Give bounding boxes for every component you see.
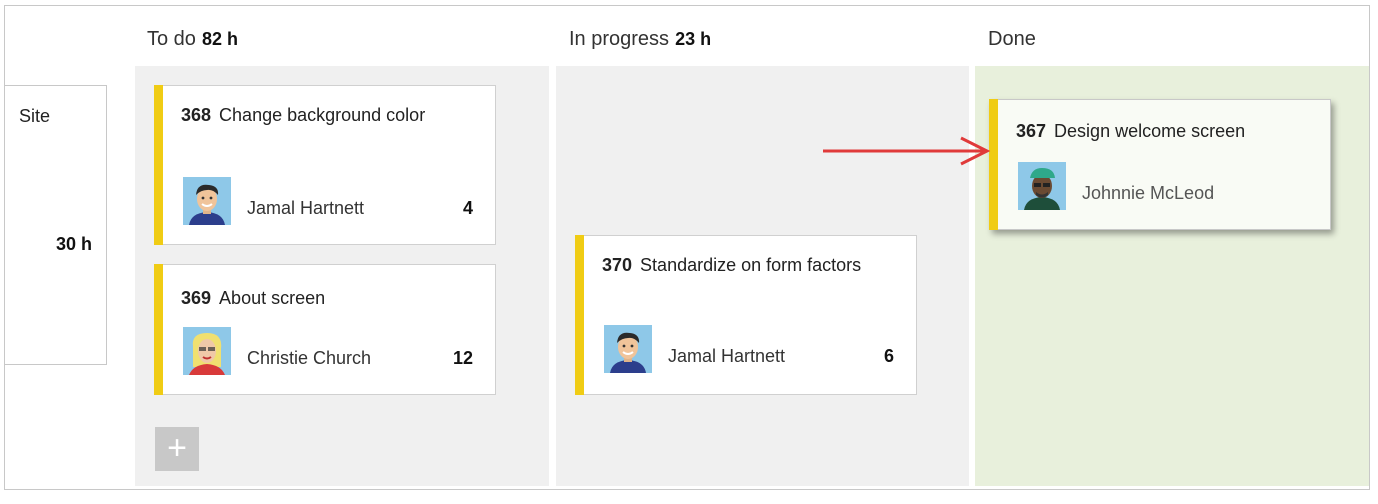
column-header-done: Done: [988, 28, 1036, 51]
card-remaining-work[interactable]: 12: [453, 348, 473, 369]
card-color-bar: [575, 235, 584, 395]
card-title[interactable]: 369 About screen: [181, 285, 477, 311]
card-color-bar: [154, 264, 163, 395]
task-card-370[interactable]: 370 Standardize on form factors Jamal Har…: [575, 235, 917, 395]
avatar-christie[interactable]: [183, 327, 231, 375]
add-icon: +: [167, 429, 187, 467]
column-name: To do: [147, 28, 196, 50]
card-title[interactable]: 370 Standardize on form factors: [602, 252, 898, 278]
taskboard: To do 82 h In progress 23 h Done Site 30 h…: [4, 5, 1370, 490]
column-header-in-progress: In progress 23 h: [569, 28, 711, 51]
column-name: In progress: [569, 28, 670, 50]
task-card-367[interactable]: 367 Design welcome screen Johnnie McLeod: [989, 99, 1331, 230]
card-title-text: Design welcome screen: [1054, 121, 1246, 141]
card-title-text: Standardize on form factors: [640, 255, 862, 275]
task-card-368[interactable]: 368 Change background color Jamal Hartnet…: [154, 85, 496, 245]
card-remaining-work[interactable]: 6: [884, 346, 894, 367]
card-id: 368: [181, 105, 212, 125]
story-card[interactable]: Site 30 h: [5, 85, 107, 365]
add-task-button[interactable]: +: [155, 427, 199, 471]
card-assignee[interactable]: Christie Church: [247, 348, 371, 369]
card-id: 367: [1016, 121, 1047, 141]
column-header-todo: To do 82 h: [147, 28, 238, 51]
card-id: 370: [602, 255, 633, 275]
card-assignee[interactable]: Jamal Hartnett: [668, 346, 785, 367]
column-hours: 82 h: [201, 29, 238, 49]
story-title: Site: [19, 106, 51, 126]
column-name: Done: [988, 28, 1036, 50]
avatar-jamal[interactable]: [183, 177, 231, 225]
task-card-369[interactable]: 369 About screen Christie Church 12: [154, 264, 496, 395]
avatar-jamal[interactable]: [604, 325, 652, 373]
avatar-johnnie[interactable]: [1018, 162, 1066, 210]
card-assignee[interactable]: Jamal Hartnett: [247, 198, 364, 219]
card-assignee[interactable]: Johnnie McLeod: [1082, 183, 1214, 204]
card-id: 369: [181, 288, 212, 308]
card-color-bar: [154, 85, 163, 245]
story-hours: 30 h: [55, 234, 92, 254]
card-title-text: About screen: [219, 288, 326, 308]
card-title-text: Change background color: [219, 105, 426, 125]
drag-arrow-icon: [823, 136, 991, 166]
card-title[interactable]: 368 Change background color: [181, 102, 477, 128]
card-remaining-work[interactable]: 4: [463, 198, 473, 219]
card-title[interactable]: 367 Design welcome screen: [1016, 118, 1312, 144]
column-hours: 23 h: [675, 29, 712, 49]
